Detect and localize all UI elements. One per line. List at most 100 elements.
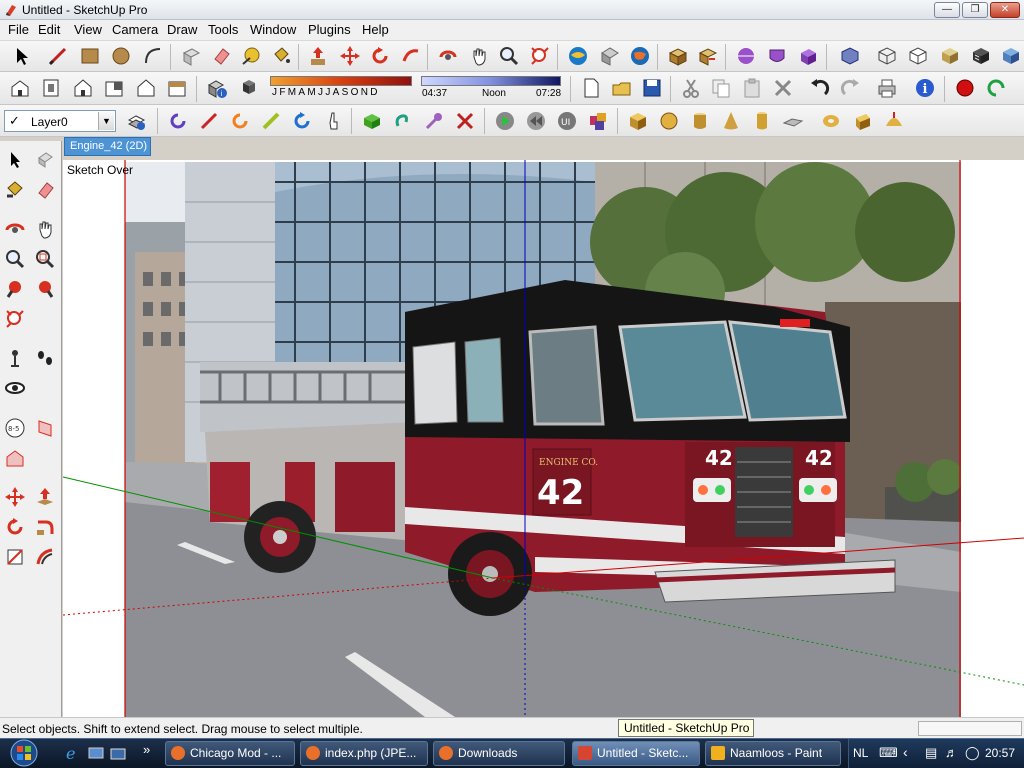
switch-windows-icon[interactable] [109,744,127,762]
eraser-left-icon[interactable] [32,177,58,203]
language-indicator[interactable]: NL [853,746,868,760]
record-icon[interactable] [952,75,978,101]
print-icon[interactable] [874,75,900,101]
xray-style-icon[interactable] [837,43,863,69]
make-component-icon[interactable] [178,43,204,69]
menu-view[interactable]: View [72,22,104,37]
shaded-textures-style-icon[interactable] [968,43,994,69]
select-tool-icon[interactable] [9,43,35,69]
menu-draw[interactable]: Draw [165,22,199,37]
zoom-extents-left-icon[interactable] [2,306,28,332]
scene-tab[interactable]: Engine_42 (2D) [64,137,151,156]
red-x-icon[interactable] [452,108,478,134]
task-downloads[interactable]: Downloads [433,741,565,766]
menu-plugins[interactable]: Plugins [306,22,353,37]
menu-window[interactable]: Window [248,22,298,37]
close-button[interactable]: ✕ [990,2,1020,18]
sandbox-rotate-icon[interactable] [165,108,191,134]
scale-tool-icon[interactable] [2,544,28,570]
show-desktop-icon[interactable] [87,744,105,762]
measurements-box[interactable] [918,721,1022,736]
volume-icon[interactable]: ♬ [945,745,958,760]
network-icon[interactable]: ▤ [925,745,937,761]
open-file-icon[interactable] [609,75,635,101]
rotate-orange-icon[interactable] [227,108,253,134]
task-paint[interactable]: Naamloos - Paint [705,741,841,766]
menu-camera[interactable]: Camera [110,22,160,37]
refresh-blue-icon[interactable] [289,108,315,134]
line-tool-icon[interactable] [45,43,71,69]
start-button-icon[interactable] [4,738,44,768]
tube-primitive-icon[interactable] [749,108,775,134]
time-slider[interactable] [421,76,561,86]
task-sketchup[interactable]: Untitled - Sketc... [572,741,700,766]
new-file-icon[interactable] [578,75,604,101]
cone-primitive-icon[interactable] [718,108,744,134]
menu-file[interactable]: File [6,22,31,37]
paint-bucket-left-icon[interactable] [2,177,28,203]
task-chicago-mod[interactable]: Chicago Mod - ... [165,741,295,766]
follow-me-icon[interactable] [398,43,424,69]
cut-icon[interactable] [678,75,704,101]
green-link-icon[interactable] [390,108,416,134]
orbit-tool-icon[interactable] [435,43,461,69]
copy-icon[interactable] [708,75,734,101]
push-pull-left-icon[interactable] [32,484,58,510]
shadows-toggle-icon[interactable] [235,75,261,101]
zoom-tool-icon[interactable] [496,43,522,69]
zoom-extents-icon[interactable] [527,43,553,69]
back-view-icon[interactable] [133,75,159,101]
follow-me-left-icon[interactable] [32,514,58,540]
rewind-icon[interactable] [523,108,549,134]
zoom-left-icon[interactable] [2,246,28,272]
rectangle-tool-icon[interactable] [77,43,103,69]
move-tool-icon[interactable] [337,43,363,69]
task-index-php[interactable]: index.php (JPE... [300,741,428,766]
previous-view-icon[interactable] [2,276,28,302]
dome-primitive-icon[interactable] [881,108,907,134]
plane-primitive-icon[interactable] [780,108,806,134]
torus-primitive-icon[interactable] [818,108,844,134]
save-icon[interactable] [639,75,665,101]
pan-left-icon[interactable] [32,216,58,242]
display-section-icon[interactable] [764,43,790,69]
orbit-left-icon[interactable] [2,216,28,242]
dynamic-components-icon[interactable] [695,43,721,69]
circle-tool-icon[interactable] [108,43,134,69]
model-info-i-icon[interactable]: i [912,75,938,101]
monochrome-style-icon[interactable] [998,43,1024,69]
date-slider[interactable] [270,76,412,86]
component-eraser-icon[interactable] [32,147,58,173]
offset-tool-icon[interactable] [32,544,58,570]
left-view-icon[interactable] [164,75,190,101]
push-pull-icon[interactable] [305,43,331,69]
chevron-down-icon[interactable]: ▼ [98,112,114,130]
walk-icon[interactable] [32,345,58,371]
redo-icon[interactable] [838,75,864,101]
plugin-multicolor-icon[interactable] [585,108,611,134]
green-box-icon[interactable] [359,108,385,134]
move-left-icon[interactable] [2,484,28,510]
pan-tool-icon[interactable] [466,43,492,69]
clock[interactable]: 20:57 [985,746,1015,760]
minimize-button[interactable]: — [934,2,960,18]
tray-expand-icon[interactable]: ‹ [903,744,908,760]
knife-tool-icon[interactable] [196,108,222,134]
house-section-icon[interactable] [2,445,28,471]
wireframe-style-icon[interactable] [874,43,900,69]
tape-measure-icon[interactable] [238,43,264,69]
eraser-tool-icon[interactable] [208,43,234,69]
share-model-icon[interactable] [597,43,623,69]
prism-primitive-icon[interactable] [850,108,876,134]
paste-icon[interactable] [739,75,765,101]
position-camera-icon[interactable] [2,345,28,371]
play-animation-icon[interactable] [492,108,518,134]
look-around-icon[interactable] [2,375,28,401]
section-plane-icon[interactable] [733,43,759,69]
select-arrow-icon[interactable] [2,147,28,173]
sphere-primitive-icon[interactable] [656,108,682,134]
rotate-tool-icon[interactable] [367,43,393,69]
cube-primitive-icon[interactable] [625,108,651,134]
menu-tools[interactable]: Tools [206,22,240,37]
maximize-button[interactable]: ❐ [962,2,988,18]
